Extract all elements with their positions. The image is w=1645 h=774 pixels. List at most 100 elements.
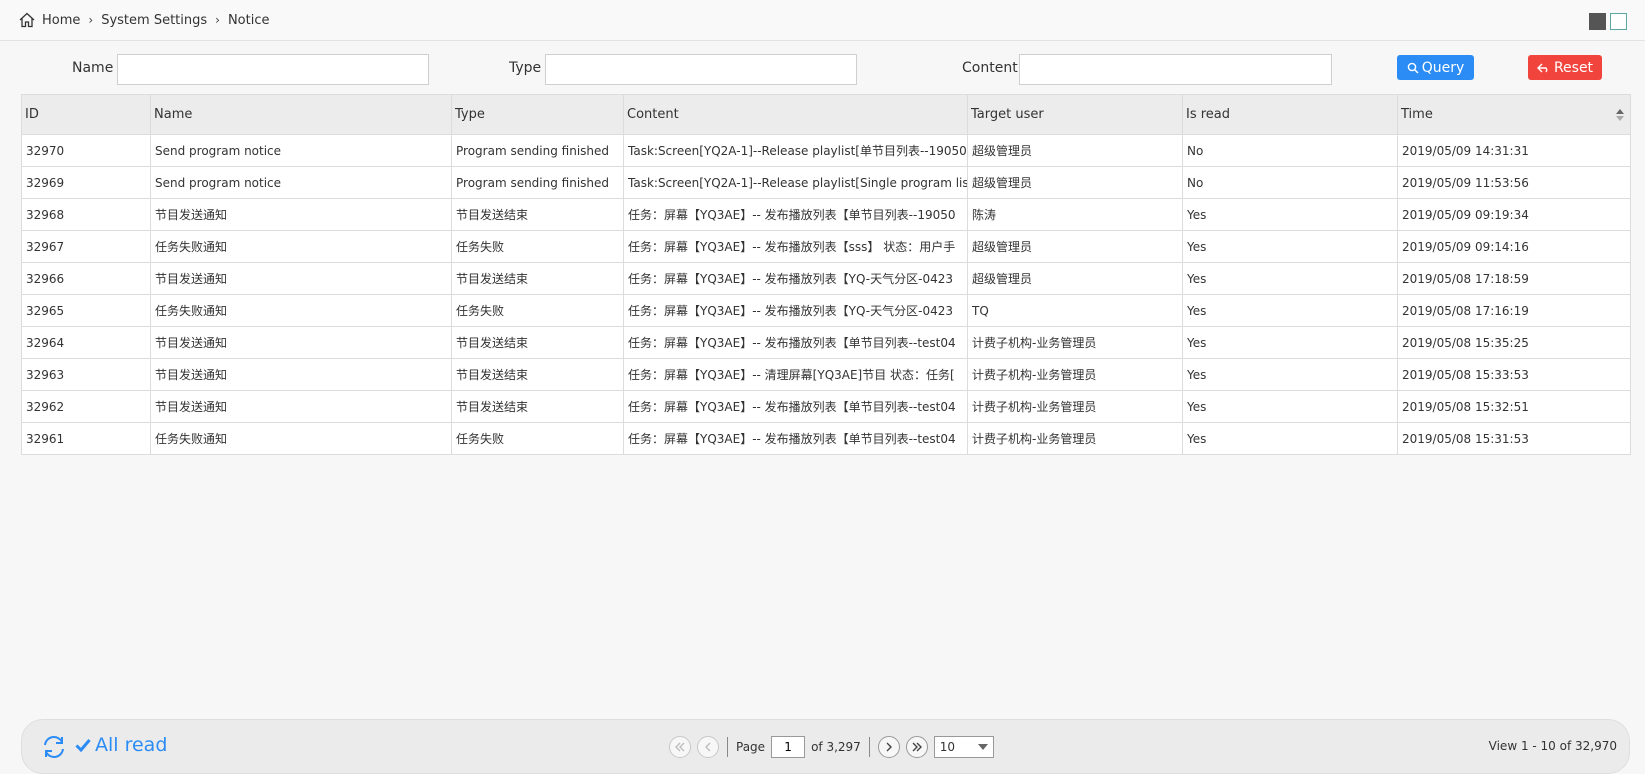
chevron-right-icon — [886, 742, 892, 752]
cell-target-user: 超级管理员 — [967, 166, 1183, 199]
breadcrumb-system-settings[interactable]: System Settings — [101, 13, 207, 28]
cell-type: Program sending finished — [451, 134, 624, 167]
chevron-right-icon: › — [215, 13, 220, 27]
pager: Page of 3,297 10 — [669, 734, 994, 760]
cell-content: 任务：屏幕【YQ3AE】-- 发布播放列表【YQ-天气分区-0423 — [623, 294, 968, 327]
table-row[interactable]: 32964 节目发送通知 节目发送结束 任务：屏幕【YQ3AE】-- 发布播放列… — [21, 326, 1631, 359]
cell-content: Task:Screen[YQ2A-1]--Release playlist[单节… — [623, 134, 968, 167]
name-input[interactable] — [117, 54, 429, 85]
query-label: Query — [1421, 59, 1465, 76]
breadcrumb-current: Notice — [227, 12, 270, 28]
cell-id: 32970 — [21, 134, 151, 167]
cell-id: 32965 — [21, 294, 151, 327]
table-row[interactable]: 32969 Send program notice Program sendin… — [21, 166, 1631, 199]
cell-is-read: No — [1182, 166, 1398, 199]
first-page-button[interactable] — [669, 736, 691, 758]
table-row[interactable]: 32968 节目发送通知 节目发送结束 任务：屏幕【YQ3AE】-- 发布播放列… — [21, 198, 1631, 231]
cell-target-user: 计费子机构-业务管理员 — [967, 422, 1183, 455]
total-pages: of 3,297 — [811, 740, 861, 754]
table-row[interactable]: 32962 节目发送通知 节目发送结束 任务：屏幕【YQ3AE】-- 发布播放列… — [21, 390, 1631, 423]
sort-icon[interactable] — [1616, 109, 1624, 121]
all-read-label: All read — [95, 734, 168, 756]
view-info: View 1 - 10 of 32,970 — [1488, 739, 1617, 753]
cell-id: 32961 — [21, 422, 151, 455]
cell-time: 2019/05/09 09:19:34 — [1397, 198, 1631, 231]
cell-is-read: Yes — [1182, 390, 1398, 423]
undo-icon — [1536, 63, 1548, 72]
table-row[interactable]: 32963 节目发送通知 节目发送结束 任务：屏幕【YQ3AE】-- 清理屏幕[… — [21, 358, 1631, 391]
cell-type: 节目发送结束 — [451, 326, 624, 359]
query-button[interactable]: Query — [1397, 55, 1474, 80]
cell-name: 节目发送通知 — [150, 326, 452, 359]
cell-target-user: 计费子机构-业务管理员 — [967, 358, 1183, 391]
next-page-button[interactable] — [877, 736, 900, 758]
cell-id: 32967 — [21, 230, 151, 263]
col-header-time-label: Time — [1401, 107, 1433, 122]
double-chevron-right-icon — [912, 742, 922, 752]
cell-is-read: Yes — [1182, 262, 1398, 295]
page-size-select[interactable]: 10 — [933, 736, 994, 758]
cell-time: 2019/05/09 09:14:16 — [1397, 230, 1631, 263]
cell-time: 2019/05/08 17:18:59 — [1397, 262, 1631, 295]
type-input[interactable] — [545, 54, 857, 85]
notice-table: ID Name Type Content Target user Is read… — [21, 94, 1631, 455]
reset-button[interactable]: Reset — [1528, 55, 1602, 80]
content-input[interactable] — [1019, 54, 1332, 85]
cell-content: 任务：屏幕【YQ3AE】-- 发布播放列表【单节目列表--19050 — [623, 198, 968, 231]
table-header-row: ID Name Type Content Target user Is read… — [21, 94, 1631, 135]
col-header-content[interactable]: Content — [623, 94, 968, 135]
double-chevron-left-icon — [675, 742, 685, 752]
all-read-button[interactable]: All read — [75, 734, 167, 756]
col-header-time[interactable]: Time — [1397, 94, 1631, 135]
cell-name: 节目发送通知 — [150, 358, 452, 391]
cell-name: 任务失败通知 — [150, 294, 452, 327]
cell-content: 任务：屏幕【YQ3AE】-- 发布播放列表【单节目列表--test04 — [623, 422, 968, 455]
cell-name: Send program notice — [150, 134, 452, 167]
cell-name: 任务失败通知 — [150, 422, 452, 455]
cell-name: 节目发送通知 — [150, 262, 452, 295]
col-header-is-read[interactable]: Is read — [1182, 94, 1398, 135]
last-page-button[interactable] — [905, 736, 928, 758]
table-row[interactable]: 32966 节目发送通知 节目发送结束 任务：屏幕【YQ3AE】-- 发布播放列… — [21, 262, 1631, 295]
col-header-target-user[interactable]: Target user — [967, 94, 1183, 135]
cell-name: 任务失败通知 — [150, 230, 452, 263]
cell-is-read: Yes — [1182, 422, 1398, 455]
cell-type: 任务失败 — [451, 422, 624, 455]
col-header-type[interactable]: Type — [451, 94, 624, 135]
home-icon[interactable] — [18, 11, 36, 29]
cell-content: Task:Screen[YQ2A-1]--Release playlist[Si… — [623, 166, 968, 199]
caret-down-icon — [977, 744, 988, 750]
breadcrumb-home[interactable]: Home — [42, 13, 80, 28]
cell-content: 任务：屏幕【YQ3AE】-- 发布播放列表【单节目列表--test04 — [623, 326, 968, 359]
cell-time: 2019/05/08 15:32:51 — [1397, 390, 1631, 423]
cell-is-read: Yes — [1182, 198, 1398, 231]
cell-time: 2019/05/08 17:16:19 — [1397, 294, 1631, 327]
table-row[interactable]: 32965 任务失败通知 任务失败 任务：屏幕【YQ3AE】-- 发布播放列表【… — [21, 294, 1631, 327]
cell-time: 2019/05/08 15:33:53 — [1397, 358, 1631, 391]
cell-is-read: Yes — [1182, 230, 1398, 263]
refresh-icon[interactable] — [40, 733, 68, 761]
col-header-id[interactable]: ID — [21, 94, 151, 135]
page-label: Page — [736, 740, 766, 754]
cell-type: Program sending finished — [451, 166, 624, 199]
cell-id: 32969 — [21, 166, 151, 199]
top-bar: Home › System Settings › Notice — [0, 0, 1645, 41]
table-row[interactable]: 32967 任务失败通知 任务失败 任务：屏幕【YQ3AE】-- 发布播放列表【… — [21, 230, 1631, 263]
cell-target-user: 超级管理员 — [967, 134, 1183, 167]
cell-id: 32962 — [21, 390, 151, 423]
cell-type: 节目发送结束 — [451, 390, 624, 423]
col-header-name[interactable]: Name — [150, 94, 452, 135]
page-size-value: 10 — [939, 740, 956, 754]
page-input[interactable] — [771, 736, 806, 758]
dark-theme-toggle[interactable] — [1589, 13, 1606, 30]
cell-type: 节目发送结束 — [451, 198, 624, 231]
cell-id: 32964 — [21, 326, 151, 359]
cell-target-user: 超级管理员 — [967, 230, 1183, 263]
cell-id: 32963 — [21, 358, 151, 391]
reset-label: Reset — [1553, 59, 1594, 76]
table-row[interactable]: 32970 Send program notice Program sendin… — [21, 134, 1631, 167]
prev-page-button[interactable] — [697, 736, 719, 758]
table-row[interactable]: 32961 任务失败通知 任务失败 任务：屏幕【YQ3AE】-- 发布播放列表【… — [21, 422, 1631, 455]
cell-is-read: Yes — [1182, 294, 1398, 327]
light-theme-toggle[interactable] — [1610, 13, 1627, 30]
